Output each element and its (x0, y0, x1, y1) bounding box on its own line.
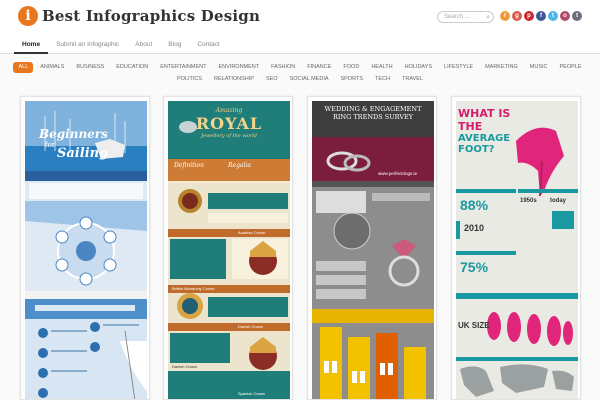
infographic-image[interactable]: WHAT IS THE AVERAGE FOOT? 88% 1950s toda… (456, 101, 578, 399)
foot-year-1950s: 1950s (520, 198, 537, 204)
foot-stat-75: 75% (460, 259, 489, 275)
infographic-card-wedding[interactable]: WEDDING & ENGAGEMENT RING TRENDS SURVEY … (307, 96, 437, 400)
royal-crown-label: Spanish Crown (238, 391, 266, 396)
filter-chip-holidays[interactable]: HOLIDAYS (400, 62, 437, 73)
search-placeholder: Search ... (444, 14, 470, 20)
royal-section-regalia: Regalia (228, 162, 251, 169)
infographic-card-royal[interactable]: Amazing ROYAL Jewellery of the world Def… (163, 96, 293, 400)
foot-uk-size: UK SIZE (458, 321, 490, 330)
wedding-title-line2: RING TRENDS SURVEY (332, 113, 414, 121)
royal-crown-label: Austrian Crown (238, 230, 266, 235)
filter-chip-people[interactable]: PEOPLE (555, 62, 587, 73)
royal-illustration (168, 101, 290, 399)
filter-chip-social-media[interactable]: SOCIAL MEDIA (285, 74, 334, 85)
filter-chip-education[interactable]: EDUCATION (111, 62, 153, 73)
infographic-card-foot[interactable]: WHAT IS THE AVERAGE FOOT? 88% 1950s toda… (451, 96, 581, 400)
nav-contact[interactable]: Contact (189, 36, 227, 54)
foot-title-line1: WHAT IS THE (458, 107, 511, 133)
tumblr-icon[interactable]: t (572, 11, 582, 21)
search-icon[interactable]: ⌕ (486, 13, 490, 23)
filter-chip-tech[interactable]: TECH (370, 74, 395, 85)
nav-submit-infographic[interactable]: Submit an Infographic (48, 36, 127, 54)
nav-about[interactable]: About (127, 36, 160, 54)
category-filters: ALL ANIMALS BUSINESS EDUCATION ENTERTAINMENT… (0, 62, 600, 86)
wedding-url: www.perfectrings.ie (378, 171, 418, 176)
main-nav: Home Submit an Infographic About Blog Co… (0, 36, 600, 54)
filter-chip-finance[interactable]: FINANCE (302, 62, 336, 73)
filter-chip-sports[interactable]: SPORTS (336, 74, 369, 85)
foot-header: WHAT IS THE AVERAGE FOOT? (458, 107, 538, 155)
site-logo[interactable]: i Best Infographics Design (18, 6, 260, 26)
googleplus-icon[interactable]: g (512, 11, 522, 21)
filter-chip-relationship[interactable]: RELATIONSHIP (209, 74, 259, 85)
facebook-icon[interactable]: f (536, 11, 546, 21)
filter-chip-animals[interactable]: ANIMALS (35, 62, 69, 73)
nav-blog[interactable]: Blog (160, 36, 189, 54)
royal-subtitle: Jewellery of the world (201, 133, 257, 139)
filter-chip-lifestyle[interactable]: LIFESTYLE (439, 62, 478, 73)
pinterest-icon[interactable]: p (524, 11, 534, 21)
filter-row: POLITICS RELATIONSHIP SEO SOCIAL MEDIA SPORT… (0, 74, 600, 85)
royal-crown-label: Danish Crown (238, 324, 264, 329)
foot-stat-2010: 2010 (464, 223, 485, 233)
site-header: i Best Infographics Design Search ... ⌕ … (0, 0, 600, 36)
instagram-icon[interactable]: o (560, 11, 570, 21)
wedding-illustration (312, 101, 434, 399)
sailing-title-line1: Beginners (39, 127, 108, 141)
filter-chip-environment[interactable]: ENVIRONMENT (213, 62, 264, 73)
infographic-image[interactable]: Beginners for Sailing (25, 101, 147, 399)
infographic-card-sailing[interactable]: Beginners for Sailing (20, 96, 150, 400)
filter-chip-seo[interactable]: SEO (261, 74, 283, 85)
twitter-icon[interactable]: t (548, 11, 558, 21)
filter-chip-travel[interactable]: TRAVEL (397, 74, 428, 85)
filter-chip-fashion[interactable]: FASHION (266, 62, 300, 73)
foot-stat-88: 88% (460, 197, 489, 213)
filter-chip-all[interactable]: ALL (13, 62, 34, 73)
filter-chip-marketing[interactable]: MARKETING (480, 62, 523, 73)
wedding-header: WEDDING & ENGAGEMENT RING TRENDS SURVEY (312, 105, 434, 121)
royal-header: Amazing ROYAL Jewellery of the world (168, 107, 290, 139)
infographic-image[interactable]: Amazing ROYAL Jewellery of the world Def… (168, 101, 290, 399)
nav-home[interactable]: Home (14, 36, 49, 54)
filter-chip-music[interactable]: MUSIC (525, 62, 553, 73)
search-input[interactable]: Search ... ⌕ (437, 11, 494, 23)
social-links: rgpftot (500, 11, 582, 21)
site-title: Best Infographics Design (42, 7, 261, 25)
royal-title: ROYAL (195, 114, 263, 133)
filter-row: ALL ANIMALS BUSINESS EDUCATION ENTERTAINMENT… (0, 62, 600, 73)
infographic-image[interactable]: WEDDING & ENGAGEMENT RING TRENDS SURVEY … (312, 101, 434, 399)
royal-crown-label: Danish Crown (172, 364, 198, 369)
foot-title-line2: AVERAGE FOOT? (458, 133, 511, 155)
filter-chip-politics[interactable]: POLITICS (172, 74, 207, 85)
filter-chip-food[interactable]: FOOD (338, 62, 364, 73)
logo-info-icon: i (18, 6, 38, 26)
filter-chip-entertainment[interactable]: ENTERTAINMENT (155, 62, 211, 73)
wedding-title-line1: WEDDING & ENGAGEMENT (324, 105, 422, 113)
rss-icon[interactable]: r (500, 11, 510, 21)
royal-crown-label: British Monarchy Crown (172, 286, 215, 291)
royal-kicker: Amazing (215, 107, 243, 114)
foot-year-today: today (550, 198, 567, 204)
filter-chip-health[interactable]: HEALTH (366, 62, 397, 73)
sailing-title: Beginners for Sailing (39, 127, 129, 161)
royal-section-definition: Definition (174, 162, 204, 169)
filter-chip-business[interactable]: BUSINESS (71, 62, 109, 73)
